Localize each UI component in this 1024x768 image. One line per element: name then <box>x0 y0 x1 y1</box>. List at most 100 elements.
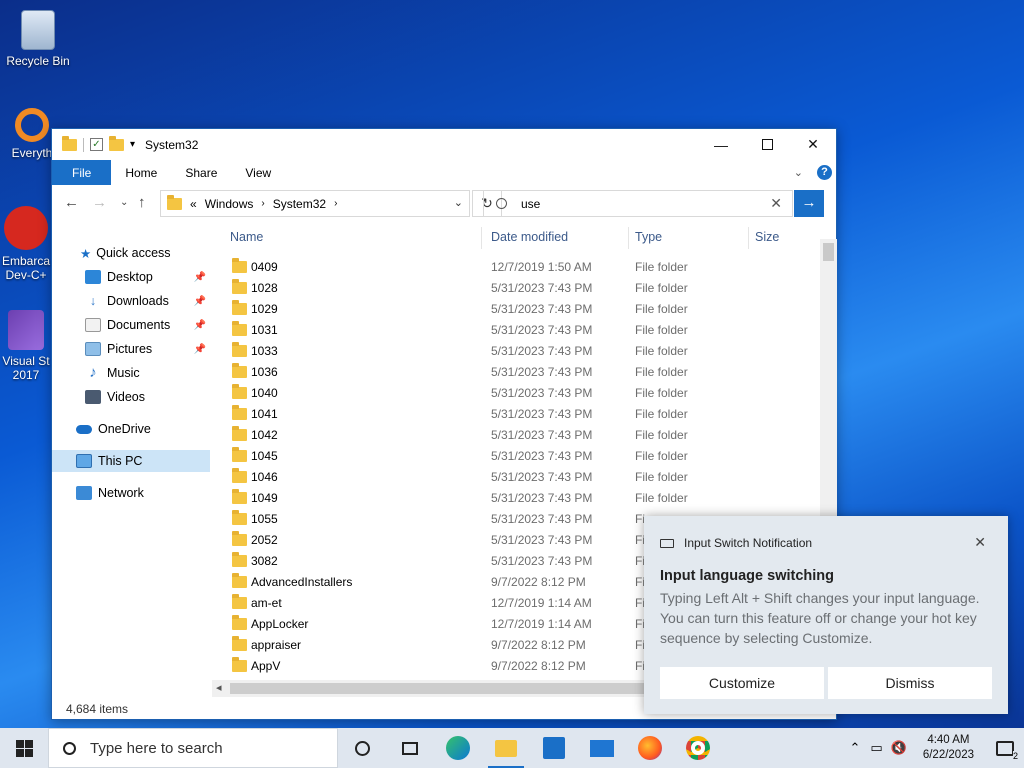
expand-ribbon-icon[interactable]: ⌄ <box>794 166 803 179</box>
taskbar-search-box[interactable]: Type here to search <box>48 728 338 768</box>
date-modified: 5/31/2023 7:43 PM <box>491 386 593 400</box>
desktop-icon-visual-studio[interactable]: Visual St 2017 <box>0 310 58 382</box>
clear-search-icon[interactable]: ✕ <box>770 195 782 212</box>
file-name: appraiser <box>251 638 302 652</box>
visual-studio-icon <box>8 310 44 350</box>
help-icon[interactable]: ? <box>817 165 832 180</box>
nav-desktop[interactable]: Desktop 📌 <box>52 266 210 288</box>
table-row[interactable]: 1031 5/31/2023 7:43 PM File folder <box>222 319 822 340</box>
recent-locations-icon[interactable]: ⌄ <box>120 197 128 208</box>
forward-arrow-icon[interactable]: → <box>92 194 107 211</box>
firefox-button[interactable] <box>626 728 674 768</box>
table-row[interactable]: 1036 5/31/2023 7:43 PM File folder <box>222 361 822 382</box>
chevron-right-icon[interactable]: › <box>261 198 264 209</box>
pin-icon[interactable]: 📌 <box>194 344 206 355</box>
nav-quick-access[interactable]: ★ Quick access <box>52 242 210 264</box>
table-row[interactable]: 1049 5/31/2023 7:43 PM File folder <box>222 487 822 508</box>
breadcrumb-overflow[interactable]: « <box>190 197 197 211</box>
column-separator[interactable] <box>481 227 482 249</box>
table-row[interactable]: 1042 5/31/2023 7:43 PM File folder <box>222 424 822 445</box>
table-row[interactable]: 1029 5/31/2023 7:43 PM File folder <box>222 298 822 319</box>
search-placeholder: Type here to search <box>90 739 223 757</box>
nav-network[interactable]: Network <box>52 482 210 504</box>
file-name: am-et <box>251 596 282 610</box>
dismiss-button[interactable]: Dismiss <box>828 667 992 699</box>
date-modified: 5/31/2023 7:43 PM <box>491 407 593 421</box>
pin-icon[interactable]: 📌 <box>194 272 206 283</box>
file-type: File folder <box>635 260 688 274</box>
chevron-right-icon[interactable]: › <box>334 198 337 209</box>
nav-music[interactable]: ♪ Music <box>52 362 210 384</box>
search-go-button[interactable]: → <box>794 190 824 217</box>
file-explorer-button[interactable] <box>482 728 530 768</box>
pin-icon[interactable]: 📌 <box>194 320 206 331</box>
close-notification-icon[interactable]: ✕ <box>974 534 986 551</box>
quick-access-dropdown-icon[interactable]: ▾ <box>130 139 135 150</box>
customize-button[interactable]: Customize <box>660 667 824 699</box>
address-bar[interactable]: « Windows › System32 › ⌄ <box>160 190 470 217</box>
keyboard-icon <box>660 538 674 548</box>
up-arrow-icon[interactable]: ↑ <box>138 194 146 211</box>
back-arrow-icon[interactable]: ← <box>64 194 79 211</box>
date-modified: 5/31/2023 7:43 PM <box>491 512 593 526</box>
action-center-button[interactable]: 2 <box>986 728 1024 768</box>
clock[interactable]: 4:40 AM 6/22/2023 <box>911 733 986 763</box>
table-row[interactable]: 1040 5/31/2023 7:43 PM File folder <box>222 382 822 403</box>
close-button[interactable]: ✕ <box>790 129 836 160</box>
nav-label: Music <box>107 366 140 380</box>
desktop-icon-devcpp[interactable]: Embarca Dev-C+ <box>0 206 58 282</box>
address-dropdown-icon[interactable]: ⌄ <box>454 196 463 209</box>
cortana-button[interactable] <box>338 728 386 768</box>
maximize-button[interactable] <box>744 129 790 160</box>
scroll-left-icon[interactable]: ◂ <box>216 681 222 694</box>
nav-pictures[interactable]: Pictures 📌 <box>52 338 210 360</box>
edge-icon <box>446 736 470 760</box>
scrollbar-thumb[interactable] <box>230 683 660 694</box>
mail-button[interactable] <box>578 728 626 768</box>
search-box[interactable]: ✕ <box>483 190 793 217</box>
new-folder-icon[interactable] <box>109 135 124 151</box>
column-header-size[interactable]: Size <box>755 225 779 249</box>
window-title: System32 <box>145 137 199 152</box>
column-separator[interactable] <box>748 227 749 249</box>
table-row[interactable]: 1033 5/31/2023 7:43 PM File folder <box>222 340 822 361</box>
edge-button[interactable] <box>434 728 482 768</box>
volume-muted-icon[interactable]: 🔇 <box>887 740 911 756</box>
date-modified: 9/7/2022 8:12 PM <box>491 575 586 589</box>
start-button[interactable] <box>0 728 48 768</box>
nav-videos[interactable]: Videos <box>52 386 210 408</box>
nav-this-pc[interactable]: This PC <box>52 450 210 472</box>
column-header-name[interactable]: Name <box>230 225 263 249</box>
tab-file[interactable]: File <box>52 160 112 185</box>
scrollbar-thumb[interactable] <box>823 243 834 261</box>
nav-onedrive[interactable]: OneDrive <box>52 418 210 440</box>
chrome-button[interactable] <box>674 728 722 768</box>
properties-icon[interactable]: ✓ <box>90 138 103 151</box>
breadcrumb-windows[interactable]: Windows <box>205 197 254 211</box>
column-header-date[interactable]: Date modified <box>491 225 568 249</box>
breadcrumb-system32[interactable]: System32 <box>273 197 326 211</box>
file-name: 1046 <box>251 470 278 484</box>
network-status-icon[interactable]: ▭ <box>866 740 886 756</box>
notification-app-name: Input Switch Notification <box>684 536 813 550</box>
minimize-button[interactable]: — <box>698 129 744 160</box>
show-hidden-icons-chevron-icon[interactable]: ⌃ <box>843 740 866 756</box>
desktop-icon-recycle-bin[interactable]: Recycle Bin <box>0 10 76 68</box>
column-header-type[interactable]: Type <box>635 225 662 249</box>
tab-view[interactable]: View <box>231 166 285 180</box>
tab-share[interactable]: Share <box>171 166 231 180</box>
store-button[interactable] <box>530 728 578 768</box>
column-separator[interactable] <box>628 227 629 249</box>
table-row[interactable]: 1045 5/31/2023 7:43 PM File folder <box>222 445 822 466</box>
table-row[interactable]: 1041 5/31/2023 7:43 PM File folder <box>222 403 822 424</box>
title-bar[interactable]: ✓ ▾ System32 — ✕ <box>52 129 836 160</box>
task-view-button[interactable] <box>386 728 434 768</box>
tab-home[interactable]: Home <box>111 166 171 180</box>
search-input[interactable] <box>521 196 751 211</box>
nav-documents[interactable]: Documents 📌 <box>52 314 210 336</box>
table-row[interactable]: 1046 5/31/2023 7:43 PM File folder <box>222 466 822 487</box>
pin-icon[interactable]: 📌 <box>194 296 206 307</box>
table-row[interactable]: 1028 5/31/2023 7:43 PM File folder <box>222 277 822 298</box>
nav-downloads[interactable]: ↓ Downloads 📌 <box>52 290 210 312</box>
table-row[interactable]: 0409 12/7/2019 1:50 AM File folder <box>222 256 822 277</box>
